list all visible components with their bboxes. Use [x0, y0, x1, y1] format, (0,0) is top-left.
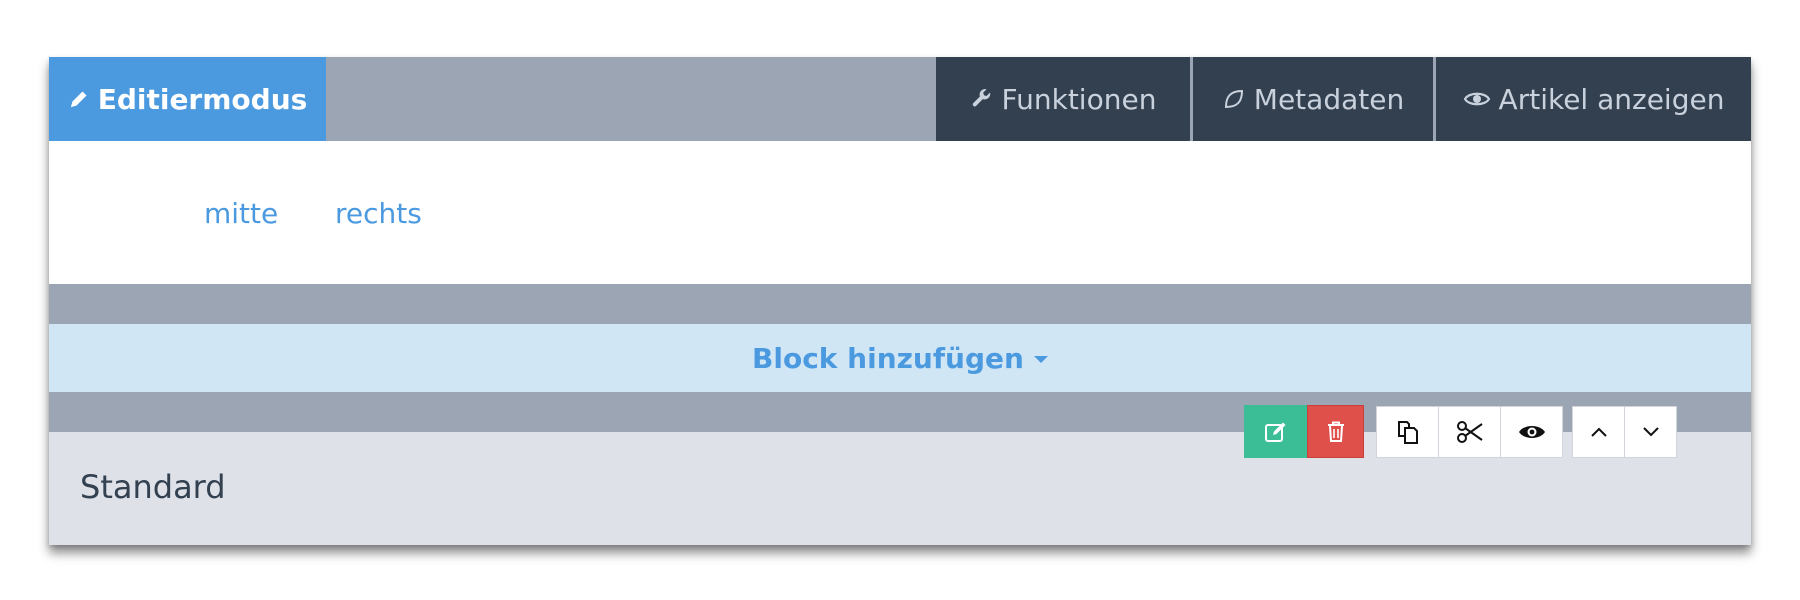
pencil-icon — [68, 88, 90, 110]
edit-icon — [1263, 419, 1289, 445]
eye-icon — [1463, 88, 1491, 110]
slice-delete-button[interactable] — [1307, 405, 1364, 458]
slice-copy-button[interactable] — [1376, 406, 1439, 458]
scissors-icon — [1455, 419, 1485, 445]
chevron-down-icon — [1642, 426, 1660, 438]
caret-down-icon — [1033, 356, 1048, 363]
tab-functions-label: Funktionen — [1001, 82, 1157, 116]
tab-metadata[interactable]: Metadaten — [1193, 57, 1433, 141]
tab-functions[interactable]: Funktionen — [936, 57, 1190, 141]
slice-edit-button[interactable] — [1244, 405, 1307, 458]
slice-link-rechts[interactable]: rechts — [335, 197, 422, 230]
slice-cut-button[interactable] — [1438, 406, 1501, 458]
wrench-icon — [970, 87, 994, 111]
tab-view-article-label: Artikel anzeigen — [1498, 82, 1725, 116]
slice-title: Standard — [80, 468, 226, 506]
article-editor-panel: Editiermodus Funktionen Metadaten Artike… — [49, 57, 1751, 545]
leaf-icon — [1222, 87, 1246, 111]
chevron-up-icon — [1590, 426, 1608, 438]
eye-icon — [1517, 422, 1547, 442]
trash-icon — [1325, 420, 1347, 444]
tab-edit-mode[interactable]: Editiermodus — [49, 57, 326, 141]
tab-metadata-label: Metadaten — [1253, 82, 1405, 116]
slice-view-button[interactable] — [1500, 406, 1563, 458]
move-down-button[interactable] — [1624, 406, 1677, 458]
slice-link-mitte[interactable]: mitte — [204, 197, 278, 230]
tab-edit-mode-label: Editiermodus — [97, 82, 308, 116]
move-up-button[interactable] — [1572, 406, 1625, 458]
add-block-button[interactable]: Block hinzufügen — [49, 324, 1751, 392]
slice-navigation: mitte rechts — [49, 141, 1751, 284]
tab-view-article[interactable]: Artikel anzeigen — [1436, 57, 1751, 141]
tab-bar: Editiermodus Funktionen Metadaten Artike… — [49, 57, 1751, 141]
copy-icon — [1394, 418, 1422, 446]
add-block-label: Block hinzufügen — [752, 341, 1024, 375]
